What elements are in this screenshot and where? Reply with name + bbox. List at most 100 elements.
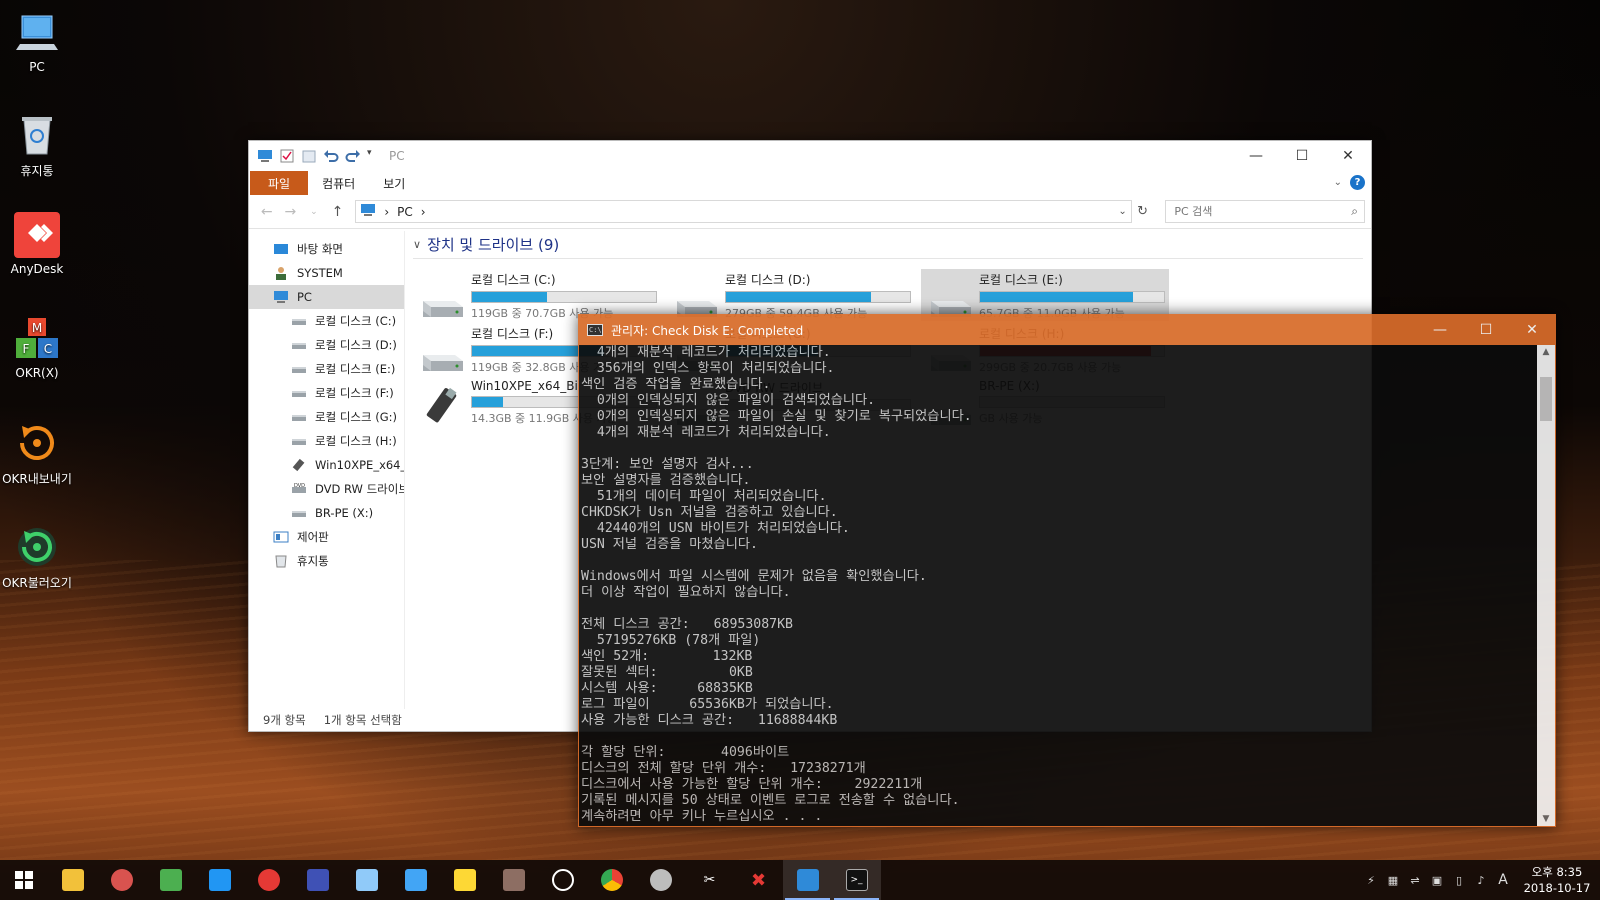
expand-ribbon-icon[interactable]: ⌄: [1334, 177, 1342, 188]
recycle-bin-icon: [14, 112, 60, 158]
nav-item-drive-c[interactable]: 로컬 디스크 (C:): [249, 309, 404, 333]
console-line: 4개의 재분석 레코드가 처리되었습니다.: [581, 345, 831, 360]
console-output[interactable]: 4개의 재분석 레코드가 처리되었습니다. 356개의 인덱스 항목이 처리되었…: [579, 345, 1537, 826]
usb-icon[interactable]: ⇌: [1404, 860, 1426, 900]
maximize-button[interactable]: ☐: [1279, 141, 1325, 171]
properties-icon[interactable]: [279, 148, 295, 164]
desktop-icon-pc[interactable]: PC: [0, 10, 74, 74]
network-activity-icon[interactable]: ⚡: [1360, 860, 1382, 900]
back-button[interactable]: ←: [255, 204, 279, 220]
search-field[interactable]: ⌕: [1165, 200, 1365, 223]
scrollbar-thumb[interactable]: [1540, 377, 1552, 421]
desktop-icon-recycle-bin[interactable]: 휴지통: [0, 112, 74, 179]
up-button[interactable]: ↑: [326, 204, 350, 220]
cmd-window[interactable]: C:\ 관리자: Check Disk E: Completed — ☐ ✕ 4…: [578, 314, 1556, 827]
nav-item-drive-e[interactable]: 로컬 디스크 (E:): [249, 357, 404, 381]
recent-locations-button[interactable]: ⌄: [302, 207, 326, 217]
ime-indicator[interactable]: A: [1492, 860, 1514, 900]
hard-drive-icon: [291, 506, 307, 520]
address-row: ← → ⌄ ↑ › PC › ⌄ ↻ ⌕: [249, 195, 1371, 229]
volume-icon[interactable]: ♪: [1470, 860, 1492, 900]
breadcrumb[interactable]: PC: [397, 205, 413, 219]
okr-cube-icon: MFC: [14, 316, 60, 362]
taskbar-app-15[interactable]: ✖: [734, 860, 783, 900]
scroll-up-icon[interactable]: ▲: [1537, 347, 1555, 357]
nav-item-recycle-bin[interactable]: 휴지통: [249, 549, 404, 573]
console-line: 356개의 인덱스 항목이 처리되었습니다.: [581, 361, 835, 376]
nav-item-system[interactable]: SYSTEM: [249, 261, 404, 285]
undo-icon[interactable]: [323, 148, 339, 164]
nav-label: PC: [297, 290, 312, 304]
desktop-icon-okr-import[interactable]: OKR불러오기: [0, 524, 74, 591]
navigation-pane: 바탕 화면 SYSTEM PC 로컬 디스크 (C:) 로컬 디스크 (D:) …: [249, 231, 405, 709]
taskbar-app-14[interactable]: ✂: [685, 860, 734, 900]
anydesk-icon: [14, 212, 60, 258]
desktop-icon-okr[interactable]: MFC OKR(X): [0, 316, 74, 380]
taskbar-chrome[interactable]: [587, 860, 636, 900]
nav-item-drive-h[interactable]: 로컬 디스크 (H:): [249, 429, 404, 453]
console-line: 더 이상 작업이 필요하지 않습니다.: [581, 585, 791, 600]
nav-item-control-panel[interactable]: 제어판: [249, 525, 404, 549]
taskbar-app-11[interactable]: [538, 860, 587, 900]
scroll-down-icon[interactable]: ▼: [1537, 814, 1555, 824]
search-input[interactable]: [1174, 205, 1335, 218]
nav-item-desktop[interactable]: 바탕 화면: [249, 237, 404, 261]
battery-icon[interactable]: ▯: [1448, 860, 1470, 900]
group-header[interactable]: ∨ 장치 및 드라이브 (9): [413, 231, 1363, 259]
taskbar-app-4[interactable]: [195, 860, 244, 900]
desktop-icon-okr-export[interactable]: OKR내보내기: [0, 420, 74, 487]
network-icon[interactable]: ▦: [1382, 860, 1404, 900]
close-button[interactable]: ✕: [1509, 315, 1555, 345]
taskbar-app-9[interactable]: [440, 860, 489, 900]
breadcrumb-separator: ›: [384, 204, 390, 219]
refresh-icon[interactable]: ↻: [1132, 204, 1154, 219]
taskbar-app-3[interactable]: [146, 860, 195, 900]
taskbar-app-10[interactable]: [489, 860, 538, 900]
nav-item-br-pe[interactable]: BR-PE (X:): [249, 501, 404, 525]
minimize-button[interactable]: —: [1417, 315, 1463, 345]
taskbar-app-6[interactable]: [293, 860, 342, 900]
customize-toolbar-icon[interactable]: ▾: [367, 148, 377, 164]
nav-item-drive-g[interactable]: 로컬 디스크 (G:): [249, 405, 404, 429]
nav-item-dvd[interactable]: DVD DVD RW 드라이브: [249, 477, 404, 501]
nav-item-usb[interactable]: Win10XPE_x64_Bi: [249, 453, 404, 477]
status-selected-count: 1개 항목 선택함: [323, 713, 402, 727]
nav-item-pc[interactable]: PC: [249, 285, 404, 309]
chevron-down-icon[interactable]: ⌄: [1118, 206, 1126, 217]
taskbar-file-explorer[interactable]: [48, 860, 97, 900]
nav-label: SYSTEM: [297, 266, 343, 280]
taskbar-app-7[interactable]: [342, 860, 391, 900]
tab-computer[interactable]: 컴퓨터: [308, 171, 369, 195]
tab-view[interactable]: 보기: [369, 171, 419, 195]
taskbar-explorer-pc[interactable]: [783, 860, 832, 900]
taskbar-app-2[interactable]: [97, 860, 146, 900]
search-icon[interactable]: ⌕: [1351, 204, 1358, 219]
explorer-titlebar[interactable]: ▾ PC — ☐ ✕: [249, 141, 1371, 171]
start-button[interactable]: [0, 860, 48, 900]
vertical-scrollbar[interactable]: ▲ ▼: [1537, 345, 1555, 826]
taskbar-app-5[interactable]: [244, 860, 293, 900]
desktop-icon-anydesk[interactable]: AnyDesk: [0, 212, 74, 276]
tab-file[interactable]: 파일: [250, 171, 309, 195]
close-button[interactable]: ✕: [1325, 141, 1371, 171]
folder-icon: [61, 869, 84, 891]
address-bar[interactable]: › PC › ⌄: [355, 200, 1132, 223]
help-icon[interactable]: ?: [1350, 175, 1365, 190]
dvd-drive-icon: DVD: [291, 482, 307, 496]
maximize-button[interactable]: ☐: [1463, 315, 1509, 345]
clock[interactable]: 오후 8:35 2018-10-17: [1514, 864, 1600, 896]
redo-icon[interactable]: [345, 148, 361, 164]
desktop-icon-label: OKR내보내기: [2, 472, 72, 486]
forward-button[interactable]: →: [279, 204, 303, 220]
taskbar-app-8[interactable]: [391, 860, 440, 900]
taskbar-cmd[interactable]: >_: [832, 860, 881, 900]
chevron-down-icon[interactable]: ∨: [413, 238, 421, 251]
new-folder-icon[interactable]: [301, 148, 317, 164]
nav-item-drive-d[interactable]: 로컬 디스크 (D:): [249, 333, 404, 357]
cmd-titlebar[interactable]: C:\ 관리자: Check Disk E: Completed — ☐ ✕: [579, 315, 1555, 345]
breadcrumb-separator: ›: [420, 204, 426, 219]
nav-item-drive-f[interactable]: 로컬 디스크 (F:): [249, 381, 404, 405]
minimize-button[interactable]: —: [1233, 141, 1279, 171]
taskbar-app-13[interactable]: [636, 860, 685, 900]
monitor-icon[interactable]: ▣: [1426, 860, 1448, 900]
